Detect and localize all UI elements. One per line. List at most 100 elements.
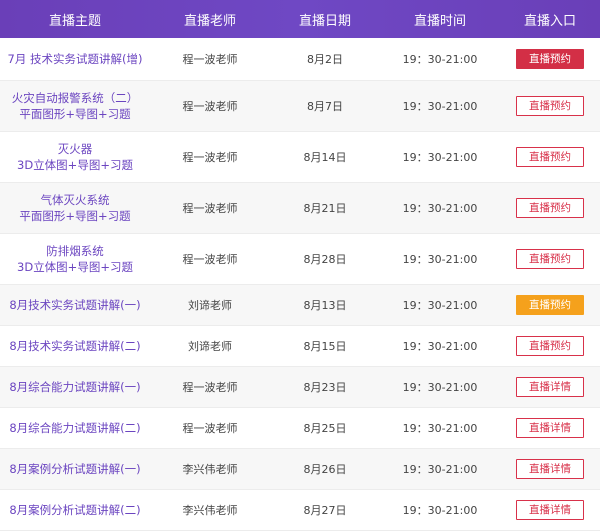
date-cell: 8月2日: [270, 51, 380, 67]
live-time: 19：30-21:00: [402, 422, 478, 435]
header-teacher: 直播老师: [183, 13, 236, 29]
entry-cell: 直播详情: [500, 377, 600, 397]
time-cell: 19：30-21:00: [380, 98, 500, 114]
teacher-cell: 刘谛老师: [150, 338, 270, 354]
live-time: 19：30-21:00: [402, 253, 478, 266]
teacher-name: 刘谛老师: [188, 299, 232, 312]
live-time: 19：30-21:00: [402, 100, 478, 113]
reserve-live-button[interactable]: 直播预约: [516, 295, 584, 315]
teacher-name: 程一波老师: [182, 53, 238, 66]
teacher-name: 程一波老师: [182, 381, 238, 394]
date-cell: 8月15日: [270, 338, 380, 354]
time-cell: 19：30-21:00: [380, 379, 500, 395]
teacher-name: 刘谛老师: [188, 340, 232, 353]
live-details-button[interactable]: 直播详情: [516, 459, 584, 479]
teacher-cell: 程一波老师: [150, 420, 270, 436]
date-cell: 8月13日: [270, 297, 380, 313]
reserve-live-button[interactable]: 直播预约: [516, 336, 584, 356]
teacher-cell: 刘谛老师: [150, 297, 270, 313]
table-row: 灭火器 3D立体图+导图+习题 程一波老师 8月14日 19：30-21:00 直播预约: [0, 132, 600, 183]
live-time: 19：30-21:00: [402, 202, 478, 215]
live-date: 8月26日: [303, 463, 347, 476]
teacher-name: 李兴伟老师: [182, 504, 238, 517]
live-date: 8月7日: [307, 100, 343, 113]
date-cell: 8月23日: [270, 379, 380, 395]
teacher-cell: 程一波老师: [150, 251, 270, 267]
live-date: 8月27日: [303, 504, 347, 517]
topic-link[interactable]: 灭火器 3D立体图+导图+习题: [0, 141, 150, 173]
live-time: 19：30-21:00: [402, 504, 478, 517]
time-cell: 19：30-21:00: [380, 251, 500, 267]
topic-cell: 8月综合能力试题讲解(二): [0, 420, 150, 436]
header-entry: 直播入口: [523, 13, 576, 29]
live-date: 8月21日: [303, 202, 347, 215]
topic-cell: 7月 技术实务试题讲解(增): [0, 51, 150, 67]
table-row: 防排烟系统 3D立体图+导图+习题 程一波老师 8月28日 19：30-21:00 直播…: [0, 234, 600, 285]
reserve-live-button[interactable]: 直播预约: [516, 96, 584, 116]
live-time: 19：30-21:00: [402, 299, 478, 312]
table-body: 7月 技术实务试题讲解(增) 程一波老师 8月2日 19：30-21:00 直播预约 火灾…: [0, 38, 600, 531]
table-row: 火灾自动报警系统（二） 平面图形+导图+习题 程一波老师 8月7日 19：30-21:…: [0, 81, 600, 132]
live-time: 19：30-21:00: [402, 53, 478, 66]
topic-link[interactable]: 气体灭火系统 平面图形+导图+习题: [0, 192, 150, 224]
entry-cell: 直播预约: [500, 96, 600, 116]
teacher-name: 程一波老师: [182, 202, 238, 215]
topic-link[interactable]: 8月综合能力试题讲解(一): [0, 379, 150, 395]
entry-cell: 直播预约: [500, 295, 600, 315]
date-cell: 8月21日: [270, 200, 380, 216]
teacher-cell: 李兴伟老师: [150, 461, 270, 477]
topic-link[interactable]: 8月技术实务试题讲解(一): [0, 297, 150, 313]
date-cell: 8月27日: [270, 502, 380, 518]
live-date: 8月15日: [303, 340, 347, 353]
topic-link[interactable]: 8月技术实务试题讲解(二): [0, 338, 150, 354]
table-row: 8月案例分析试题讲解(二) 李兴伟老师 8月27日 19：30-21:00 直播详情: [0, 490, 600, 531]
table-header: 直播主题 直播老师 直播日期 直播时间 直播入口: [0, 0, 600, 38]
entry-cell: 直播预约: [500, 198, 600, 218]
table-row: 8月案例分析试题讲解(一) 李兴伟老师 8月26日 19：30-21:00 直播详情: [0, 449, 600, 490]
topic-link[interactable]: 7月 技术实务试题讲解(增): [0, 51, 150, 67]
teacher-cell: 程一波老师: [150, 200, 270, 216]
time-cell: 19：30-21:00: [380, 420, 500, 436]
topic-link[interactable]: 8月案例分析试题讲解(二): [0, 502, 150, 518]
topic-cell: 8月综合能力试题讲解(一): [0, 379, 150, 395]
entry-cell: 直播详情: [500, 459, 600, 479]
time-cell: 19：30-21:00: [380, 297, 500, 313]
table-row: 8月技术实务试题讲解(二) 刘谛老师 8月15日 19：30-21:00 直播预约: [0, 326, 600, 367]
reserve-live-button[interactable]: 直播预约: [516, 147, 584, 167]
teacher-name: 李兴伟老师: [182, 463, 238, 476]
date-cell: 8月14日: [270, 149, 380, 165]
teacher-name: 程一波老师: [182, 422, 238, 435]
date-cell: 8月26日: [270, 461, 380, 477]
live-time: 19：30-21:00: [402, 340, 478, 353]
live-date: 8月25日: [303, 422, 347, 435]
live-schedule-table: 直播主题 直播老师 直播日期 直播时间 直播入口 7月 技术实务试题讲解(增) 程…: [0, 0, 600, 531]
live-details-button[interactable]: 直播详情: [516, 418, 584, 438]
topic-link[interactable]: 火灾自动报警系统（二） 平面图形+导图+习题: [0, 90, 150, 122]
entry-cell: 直播详情: [500, 500, 600, 520]
topic-cell: 8月技术实务试题讲解(一): [0, 297, 150, 313]
live-details-button[interactable]: 直播详情: [516, 377, 584, 397]
table-row: 气体灭火系统 平面图形+导图+习题 程一波老师 8月21日 19：30-21:00 直播…: [0, 183, 600, 234]
entry-cell: 直播预约: [500, 336, 600, 356]
reserve-live-button[interactable]: 直播预约: [516, 198, 584, 218]
time-cell: 19：30-21:00: [380, 200, 500, 216]
live-details-button[interactable]: 直播详情: [516, 500, 584, 520]
date-cell: 8月7日: [270, 98, 380, 114]
live-time: 19：30-21:00: [402, 381, 478, 394]
topic-link[interactable]: 8月案例分析试题讲解(一): [0, 461, 150, 477]
header-date: 直播日期: [298, 13, 351, 29]
live-date: 8月14日: [303, 151, 347, 164]
live-time: 19：30-21:00: [402, 151, 478, 164]
teacher-cell: 程一波老师: [150, 149, 270, 165]
reserve-live-button[interactable]: 直播预约: [516, 249, 584, 269]
teacher-cell: 程一波老师: [150, 98, 270, 114]
topic-link[interactable]: 8月综合能力试题讲解(二): [0, 420, 150, 436]
teacher-name: 程一波老师: [182, 100, 238, 113]
topic-cell: 8月案例分析试题讲解(二): [0, 502, 150, 518]
table-row: 8月综合能力试题讲解(一) 程一波老师 8月23日 19：30-21:00 直播详情: [0, 367, 600, 408]
topic-link[interactable]: 防排烟系统 3D立体图+导图+习题: [0, 243, 150, 275]
table-row: 8月技术实务试题讲解(一) 刘谛老师 8月13日 19：30-21:00 直播预约: [0, 285, 600, 326]
reserve-live-button[interactable]: 直播预约: [516, 49, 584, 69]
header-time: 直播时间: [413, 13, 466, 29]
teacher-cell: 程一波老师: [150, 379, 270, 395]
